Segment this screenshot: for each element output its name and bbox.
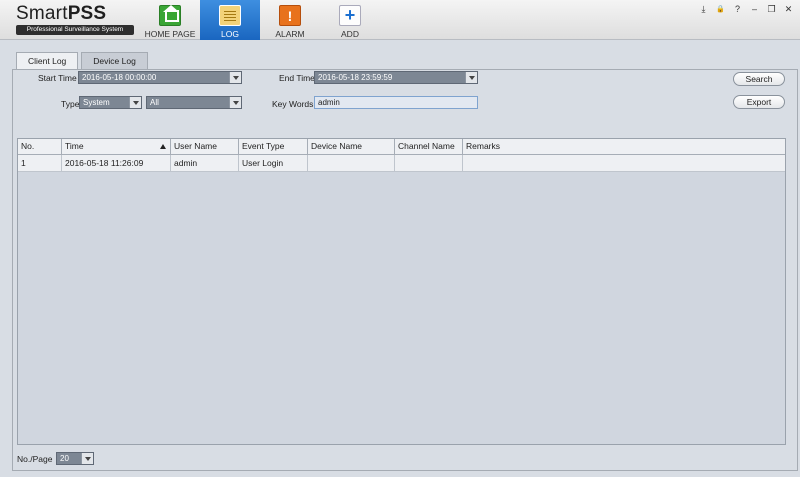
- column-header-device-name[interactable]: Device Name: [308, 139, 395, 154]
- home-icon: [159, 5, 181, 26]
- app-logo: SmartPSS Professional Surveillance Syste…: [16, 4, 136, 36]
- column-header-time[interactable]: Time: [62, 139, 171, 154]
- sort-ascending-icon: [160, 144, 166, 149]
- start-time-value: 2016-05-18 00:00:00: [82, 73, 157, 82]
- chevron-down-icon[interactable]: [129, 97, 141, 108]
- keywords-label: Key Words: [272, 99, 314, 109]
- cell-no: 1: [18, 155, 62, 171]
- log-tabs: Client Log Device Log: [16, 52, 151, 70]
- end-time-value: 2016-05-18 23:59:59: [318, 73, 393, 82]
- chevron-down-icon[interactable]: [229, 72, 241, 83]
- column-header-channel-name[interactable]: Channel Name: [395, 139, 463, 154]
- per-page-label: No./Page: [17, 454, 53, 464]
- type-label: Type: [61, 99, 80, 109]
- cell-device-name: [308, 155, 395, 171]
- restore-icon[interactable]: ❐: [766, 4, 777, 15]
- nav-add-label: ADD: [341, 29, 359, 39]
- table-row[interactable]: 1 2016-05-18 11:26:09 admin User Login: [18, 155, 785, 172]
- cell-remarks: [463, 155, 785, 171]
- export-button[interactable]: Export: [733, 95, 785, 109]
- nav-log-label: LOG: [221, 29, 239, 39]
- cell-time: 2016-05-18 11:26:09: [62, 155, 171, 171]
- logo-subtitle: Professional Surveillance System: [16, 25, 134, 35]
- start-time-picker[interactable]: 2016-05-18 00:00:00: [78, 71, 242, 84]
- tab-client-log[interactable]: Client Log: [16, 52, 79, 70]
- subtype-select[interactable]: All: [146, 96, 242, 109]
- end-time-label: End Time: [279, 73, 315, 83]
- nav-add[interactable]: ADD: [320, 0, 380, 40]
- cell-user-name: admin: [171, 155, 239, 171]
- chevron-down-icon[interactable]: [229, 97, 241, 108]
- column-header-time-label: Time: [65, 141, 84, 151]
- column-header-remarks[interactable]: Remarks: [463, 139, 785, 154]
- logo-title-light: Smart: [16, 3, 68, 24]
- window-controls: ⤓ 🔒 ? – ❐ ✕: [698, 4, 794, 15]
- end-time-picker[interactable]: 2016-05-18 23:59:59: [314, 71, 478, 84]
- nav-alarm[interactable]: ALARM: [260, 0, 320, 40]
- tab-device-log[interactable]: Device Log: [81, 52, 148, 69]
- nav-home-label: HOME PAGE: [144, 29, 196, 39]
- main-nav: HOME PAGE LOG ALARM ADD: [140, 0, 380, 40]
- search-button[interactable]: Search: [733, 72, 785, 86]
- table-header: No. Time User Name Event Type Device Nam…: [18, 139, 785, 155]
- log-table: No. Time User Name Event Type Device Nam…: [17, 138, 786, 445]
- help-icon[interactable]: ?: [732, 4, 743, 15]
- lock-icon[interactable]: 🔒: [715, 4, 726, 15]
- cell-event-type: User Login: [239, 155, 308, 171]
- subtype-value: All: [150, 98, 159, 107]
- type-select[interactable]: System: [79, 96, 142, 109]
- column-header-no[interactable]: No.: [18, 139, 62, 154]
- keywords-input[interactable]: admin: [314, 96, 478, 109]
- add-icon: [339, 5, 361, 26]
- app-header: SmartPSS Professional Surveillance Syste…: [0, 0, 800, 40]
- close-icon[interactable]: ✕: [783, 4, 794, 15]
- alarm-icon: [279, 5, 301, 26]
- download-icon[interactable]: ⤓: [698, 4, 709, 15]
- logo-title: SmartPSS: [16, 4, 106, 24]
- per-page-value: 20: [60, 454, 69, 463]
- chevron-down-icon[interactable]: [81, 453, 93, 464]
- minimize-icon[interactable]: –: [749, 4, 760, 15]
- per-page-select[interactable]: 20: [56, 452, 94, 465]
- column-header-user-name[interactable]: User Name: [171, 139, 239, 154]
- column-header-event-type[interactable]: Event Type: [239, 139, 308, 154]
- logo-title-bold: PSS: [67, 3, 107, 24]
- type-value: System: [83, 98, 110, 107]
- start-time-label: Start Time: [38, 73, 77, 83]
- chevron-down-icon[interactable]: [465, 72, 477, 83]
- nav-log[interactable]: LOG: [200, 0, 260, 40]
- cell-channel-name: [395, 155, 463, 171]
- log-icon: [219, 5, 241, 26]
- nav-home[interactable]: HOME PAGE: [140, 0, 200, 40]
- nav-alarm-label: ALARM: [275, 29, 305, 39]
